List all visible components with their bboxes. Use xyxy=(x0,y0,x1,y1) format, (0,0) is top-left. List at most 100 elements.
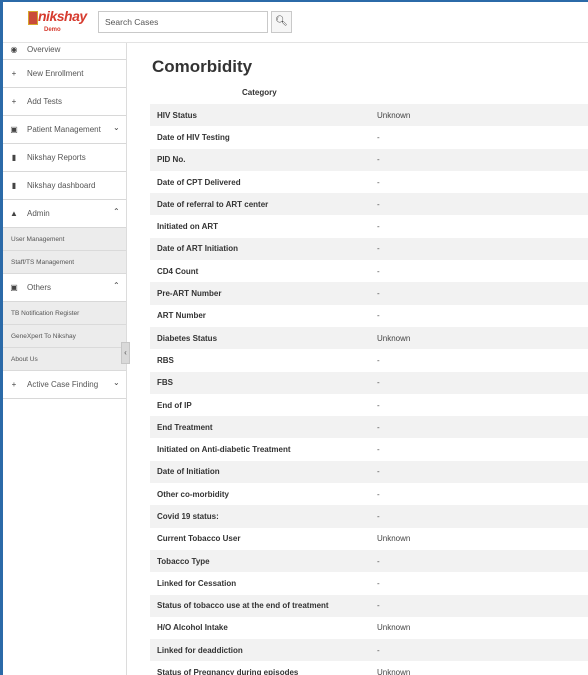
row-value: - xyxy=(370,260,588,283)
sidebar-item-others[interactable]: ▣ Others ⌃ xyxy=(3,274,126,302)
comorbidity-table: HIV Status Unknown Date of HIV Testing - PID… xyxy=(150,104,588,675)
row-label: Status of tobacco use at the end of trea… xyxy=(150,594,370,617)
category-column-header: Category xyxy=(242,88,277,97)
row-value: - xyxy=(370,237,588,261)
table-row: Covid 19 status: - xyxy=(150,505,588,528)
table-row: Initiated on ART - xyxy=(150,215,588,238)
row-label: Date of ART Initiation xyxy=(150,237,370,261)
sidebar-item-active-case-finding[interactable]: + Active Case Finding ⌄ xyxy=(3,371,126,399)
table-row: CD4 Count - xyxy=(150,260,588,283)
row-label: HIV Status xyxy=(150,104,370,127)
sidebar-item-label: Nikshay dashboard xyxy=(27,181,96,190)
briefcase-icon: ▣ xyxy=(10,125,18,134)
search-button[interactable]: 🔍︎ xyxy=(271,11,292,33)
row-value: - xyxy=(370,170,588,194)
row-label: Other co-morbidity xyxy=(150,483,370,506)
file-icon: ▮ xyxy=(11,181,17,190)
row-value: - xyxy=(370,572,588,595)
table-row: Linked for Cessation - xyxy=(150,572,588,595)
row-value: - xyxy=(370,505,588,528)
plus-icon: + xyxy=(11,97,17,106)
row-value: - xyxy=(370,304,588,327)
table-row: FBS - xyxy=(150,371,588,394)
file-icon: ▮ xyxy=(11,153,17,162)
sidebar-item-overview[interactable]: ◉ Overview xyxy=(3,43,126,60)
row-label: Pre-ART Number xyxy=(150,282,370,305)
row-value: Unknown xyxy=(370,326,588,350)
sidebar: ◉ Overview + New Enrollment + Add Tests … xyxy=(3,43,127,675)
row-label: Diabetes Status xyxy=(150,326,370,350)
logo-sub: Demo xyxy=(44,27,61,33)
table-row: Date of CPT Delivered - xyxy=(150,170,588,194)
sidebar-item-add-tests[interactable]: + Add Tests xyxy=(3,88,126,116)
logo-mark-icon xyxy=(28,11,38,25)
search-icon: 🔍︎ xyxy=(275,16,288,27)
sidebar-subitem-label: TB Notification Register xyxy=(11,310,80,317)
sidebar-subitem-label: GeneXpert To Nikshay xyxy=(11,333,76,340)
table-row: End of IP - xyxy=(150,393,588,417)
sidebar-subitem-user-management[interactable]: User Management xyxy=(3,228,126,251)
row-label: Linked for Cessation xyxy=(150,572,370,595)
table-row: HIV Status Unknown xyxy=(150,104,588,127)
sidebar-item-nikshay-dashboard[interactable]: ▮ Nikshay dashboard xyxy=(3,172,126,200)
sidebar-subitem-about-us[interactable]: About Us xyxy=(3,348,126,371)
table-row: Date of ART Initiation - xyxy=(150,237,588,261)
sidebar-item-label: Patient Management xyxy=(27,125,101,134)
row-value: - xyxy=(370,349,588,372)
chevron-down-icon: ⌄ xyxy=(113,378,120,387)
row-value: Unknown xyxy=(370,104,588,127)
table-row: Diabetes Status Unknown xyxy=(150,326,588,350)
sidebar-subitem-label: User Management xyxy=(11,236,65,243)
table-row: Date of Initiation - xyxy=(150,460,588,484)
row-label: Covid 19 status: xyxy=(150,505,370,528)
sidebar-item-admin[interactable]: ▲ Admin ⌃ xyxy=(3,200,126,228)
sidebar-subitem-staff-ts-management[interactable]: Staff/TS Management xyxy=(3,251,126,274)
table-row: Other co-morbidity - xyxy=(150,483,588,506)
row-value: Unknown xyxy=(370,527,588,550)
chevron-up-icon: ⌃ xyxy=(113,207,120,216)
row-label: FBS xyxy=(150,371,370,394)
row-value: - xyxy=(370,193,588,216)
row-value: - xyxy=(370,483,588,506)
row-value: - xyxy=(370,639,588,662)
table-row: Tobacco Type - xyxy=(150,549,588,573)
sidebar-item-label: Add Tests xyxy=(27,97,62,106)
sidebar-item-patient-management[interactable]: ▣ Patient Management ⌄ xyxy=(3,116,126,144)
table-row: Date of referral to ART center - xyxy=(150,193,588,216)
row-value: - xyxy=(370,148,588,171)
sidebar-subitem-tb-notification-register[interactable]: TB Notification Register xyxy=(3,302,126,325)
row-label: Date of HIV Testing xyxy=(150,126,370,149)
table-row: Status of Pregnancy during episodes Unkno… xyxy=(150,661,588,675)
table-row: PID No. - xyxy=(150,148,588,171)
table-row: ART Number - xyxy=(150,304,588,327)
table-row: Date of HIV Testing - xyxy=(150,126,588,149)
sidebar-item-nikshay-reports[interactable]: ▮ Nikshay Reports xyxy=(3,144,126,172)
user-icon: ▲ xyxy=(10,209,18,218)
table-row: Status of tobacco use at the end of trea… xyxy=(150,594,588,617)
row-value: - xyxy=(370,126,588,149)
sidebar-item-new-enrollment[interactable]: + New Enrollment xyxy=(3,60,126,88)
row-label: Date of Initiation xyxy=(150,460,370,484)
row-label: ART Number xyxy=(150,304,370,327)
row-label: PID No. xyxy=(150,148,370,171)
sidebar-item-label: Others xyxy=(27,283,52,292)
nikshay-logo[interactable]: nikshay Demo xyxy=(28,8,87,38)
row-label: Current Tobacco User xyxy=(150,527,370,550)
sidebar-item-label: New Enrollment xyxy=(27,69,84,78)
row-value: - xyxy=(370,549,588,573)
search-input[interactable]: Search Cases xyxy=(98,11,268,33)
row-label: CD4 Count xyxy=(150,260,370,283)
sidebar-subitem-label: Staff/TS Management xyxy=(11,259,75,266)
logo-text: nikshay xyxy=(38,8,87,24)
chevron-down-icon: ⌄ xyxy=(113,123,120,132)
table-row: Linked for deaddiction - xyxy=(150,639,588,662)
plus-icon: + xyxy=(11,380,17,389)
row-label: End of IP xyxy=(150,393,370,417)
row-label: H/O Alcohol Intake xyxy=(150,616,370,640)
table-row: Current Tobacco User Unknown xyxy=(150,527,588,550)
table-row: H/O Alcohol Intake Unknown xyxy=(150,616,588,640)
sidebar-item-label: Nikshay Reports xyxy=(27,153,86,162)
table-row: RBS - xyxy=(150,349,588,372)
sidebar-subitem-genexpert-to-nikshay[interactable]: GeneXpert To Nikshay xyxy=(3,325,126,348)
row-label: Initiated on Anti-diabetic Treatment xyxy=(150,438,370,461)
